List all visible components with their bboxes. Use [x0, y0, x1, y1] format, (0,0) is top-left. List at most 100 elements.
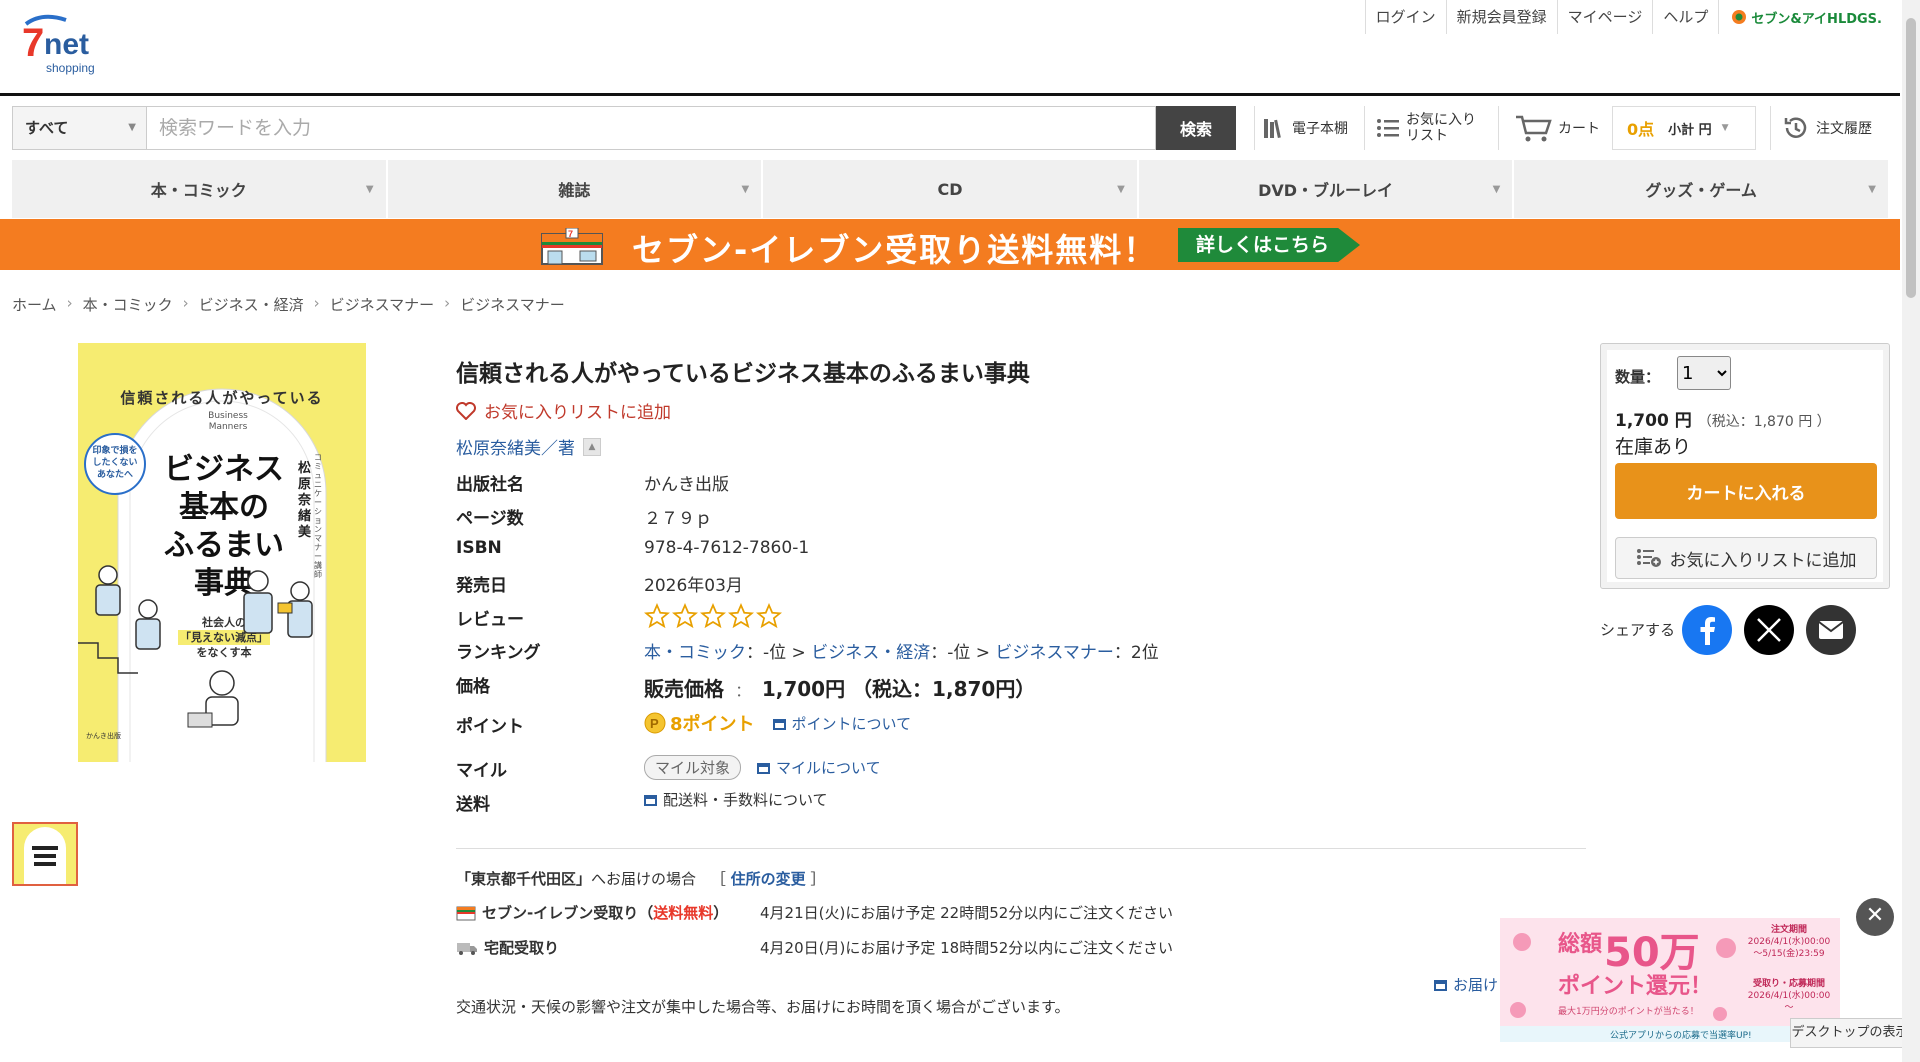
- seven-eleven-pickup-banner[interactable]: 7 セブン-イレブン受取り送料無料！ 詳しくはこちら: [0, 219, 1900, 270]
- favorites-list-button[interactable]: お気に入りリスト: [1376, 106, 1480, 150]
- tab-dvd-bluray[interactable]: DVD・ブルーレイ ▼: [1139, 160, 1515, 218]
- chevron-down-icon: ▼: [128, 122, 136, 133]
- ad-headline-2: ポイント還元！: [1558, 974, 1713, 999]
- banner-text: セブン-イレブン受取り送料無料！: [632, 231, 1158, 269]
- cart-button[interactable]: カート: [1514, 106, 1600, 150]
- breadcrumb-item[interactable]: ビジネスマナー: [330, 294, 435, 315]
- ad-period-1-label: 注文期間: [1770, 925, 1807, 935]
- tab-books-comics[interactable]: 本・コミック ▼: [12, 160, 388, 218]
- cart-subtotal: 小計 円: [1668, 122, 1712, 138]
- ad-footer: 公式アプリからの応募で当選率UP!: [1610, 1031, 1752, 1041]
- publisher-label: 出版社名: [456, 475, 524, 495]
- 7net-logo[interactable]: 7 net shopping: [22, 14, 114, 78]
- price-prefix: 販売価格: [644, 677, 724, 701]
- cover-title-line: 基本の: [179, 490, 269, 525]
- ad-sub: 最大1万円分のポイントが当たる！: [1558, 1007, 1699, 1017]
- chevron-down-icon: ▼: [1492, 183, 1501, 195]
- stock-status: 在庫あり: [1615, 436, 1692, 458]
- ebook-shelf-button[interactable]: 電子本棚: [1262, 106, 1348, 150]
- ranking-label: ランキング: [456, 643, 541, 663]
- seven-pickup-close: ）: [713, 904, 729, 922]
- ad-headline-1: 総額: [1558, 932, 1603, 957]
- login-link[interactable]: ログイン: [1364, 0, 1446, 34]
- breadcrumb-item[interactable]: 本・コミック: [83, 294, 173, 315]
- email-share-button[interactable]: [1806, 605, 1856, 655]
- cart-points: 0点: [1627, 120, 1655, 139]
- add-to-favorites-button[interactable]: お気に入りリストに追加: [1615, 537, 1877, 579]
- tab-goods-games[interactable]: グッズ・ゲーム ▼: [1514, 160, 1890, 218]
- shipping-about-link[interactable]: 配送料・手数料について: [644, 789, 828, 810]
- quantity-select[interactable]: 1: [1677, 356, 1731, 390]
- order-history-button[interactable]: 注文履歴: [1782, 106, 1872, 150]
- truck-icon: [457, 942, 477, 955]
- desktop-view-button[interactable]: デスクトップの表示: [1790, 1018, 1910, 1048]
- home-delivery-label: 宅配受取り: [484, 939, 560, 957]
- x-share-button[interactable]: [1744, 605, 1794, 655]
- ranking-rank: ：2位: [1113, 643, 1159, 663]
- tab-magazines[interactable]: 雑誌 ▼: [388, 160, 764, 218]
- cover-publisher-mark: かんき出版: [86, 732, 121, 740]
- category-select[interactable]: すべて ▼: [12, 106, 146, 150]
- cover-thumbnail[interactable]: [12, 822, 78, 886]
- seven-pickup-name: セブン-イレブン受取り（送料無料）: [456, 902, 760, 923]
- ad-close-button[interactable]: ✕: [1856, 898, 1894, 936]
- svg-text:net: net: [44, 28, 89, 61]
- add-to-favorites-label: お気に入りリストに追加: [484, 403, 671, 423]
- add-to-favorites-button-label: お気に入りリストに追加: [1669, 550, 1857, 571]
- delivery-header: 「東京都千代田区」へお届けの場合 ［ 住所の変更 ］: [456, 868, 825, 889]
- section-divider: [456, 848, 1586, 849]
- points-badge: P 8ポイント: [644, 710, 755, 736]
- ad-period-1-value: 2026/4/1(水)00:00～5/15(金)23:59: [1747, 937, 1831, 959]
- delivery-info-link[interactable]: お届け: [1434, 974, 1498, 995]
- point-about-label: ポイントについて: [791, 714, 912, 733]
- heart-icon: [456, 401, 476, 420]
- point-about-link[interactable]: ポイントについて: [772, 713, 912, 734]
- add-to-favorites-link[interactable]: お気に入りリストに追加: [456, 398, 671, 423]
- breadcrumb-home[interactable]: ホーム: [12, 294, 57, 315]
- star-icon: [700, 603, 726, 629]
- help-link[interactable]: ヘルプ: [1652, 0, 1718, 34]
- scrollbar-thumb[interactable]: [1906, 18, 1916, 298]
- ranking-separator: >: [975, 643, 990, 663]
- add-to-cart-button[interactable]: カートに入れる: [1615, 463, 1877, 519]
- ad-period-2: 受取り・応募期間 2026/4/1(水)00:00～: [1744, 978, 1834, 1014]
- page-scrollbar[interactable]: [1902, 0, 1920, 1062]
- mypage-link[interactable]: マイページ: [1556, 0, 1653, 34]
- cart-icon: [1516, 115, 1552, 142]
- star-icon: [728, 603, 754, 629]
- ranking-rank: ：-位: [930, 643, 971, 663]
- breadcrumb-current: ビジネスマナー: [460, 296, 565, 314]
- cart-summary[interactable]: 0点 小計 円 ▼: [1612, 106, 1756, 150]
- points-value: 8ポイント: [670, 714, 755, 735]
- author-link[interactable]: 松原奈緒美／著: [456, 434, 575, 459]
- delivery-notice: 交通状況・天候の影響や注文が集中した場合等、お届けにお時間を頂く場合がございます…: [456, 998, 1070, 1016]
- search-input[interactable]: [146, 106, 1156, 150]
- store-icon: [456, 906, 476, 920]
- facebook-share-button[interactable]: [1682, 605, 1732, 655]
- review-stars[interactable]: [644, 603, 782, 629]
- ranking-category-link[interactable]: ビジネスマナー: [995, 643, 1114, 663]
- ranking-category-link[interactable]: 本・コミック: [644, 643, 746, 663]
- price-label: 価格: [456, 677, 490, 697]
- holdings-logo[interactable]: セブン&アイHLDGS.: [1718, 0, 1900, 34]
- publisher-link[interactable]: かんき出版: [644, 470, 729, 495]
- tab-cd[interactable]: CD ▼: [763, 160, 1139, 218]
- mile-about-link[interactable]: マイルについて: [757, 757, 881, 778]
- ranking-category-link[interactable]: ビジネス・経済: [811, 643, 930, 663]
- ebook-shelf-label: 電子本棚: [1292, 121, 1348, 137]
- breadcrumb-item[interactable]: ビジネス・経済: [199, 294, 304, 315]
- mile-row: マイル対象 マイルについて: [644, 755, 881, 780]
- buybox-tax: （税込：1,870 円 ）: [1697, 414, 1831, 430]
- search-button[interactable]: 検索: [1156, 106, 1236, 150]
- divider: [1498, 106, 1499, 150]
- seven-pickup-eta: 4月21日(火)にお届け予定 22時間52分以内にご注文ください: [760, 904, 1173, 922]
- store-icon: 7: [541, 228, 603, 265]
- expand-toggle-icon[interactable]: ▲: [583, 437, 601, 456]
- point-coin-icon: P: [644, 712, 666, 734]
- change-address-link[interactable]: 住所の変更: [731, 870, 806, 888]
- banner-details-button[interactable]: 詳しくはこちら: [1178, 228, 1360, 262]
- new-window-icon: [644, 795, 657, 806]
- register-link[interactable]: 新規会員登録: [1445, 0, 1557, 34]
- book-cover-image[interactable]: 信頼される人がやっている Business Manners 印象で損をしたくない…: [78, 343, 366, 762]
- campaign-ad[interactable]: 総額 50万 ポイント還元！ 最大1万円分のポイントが当たる！ 注文期間 202…: [1500, 918, 1840, 1042]
